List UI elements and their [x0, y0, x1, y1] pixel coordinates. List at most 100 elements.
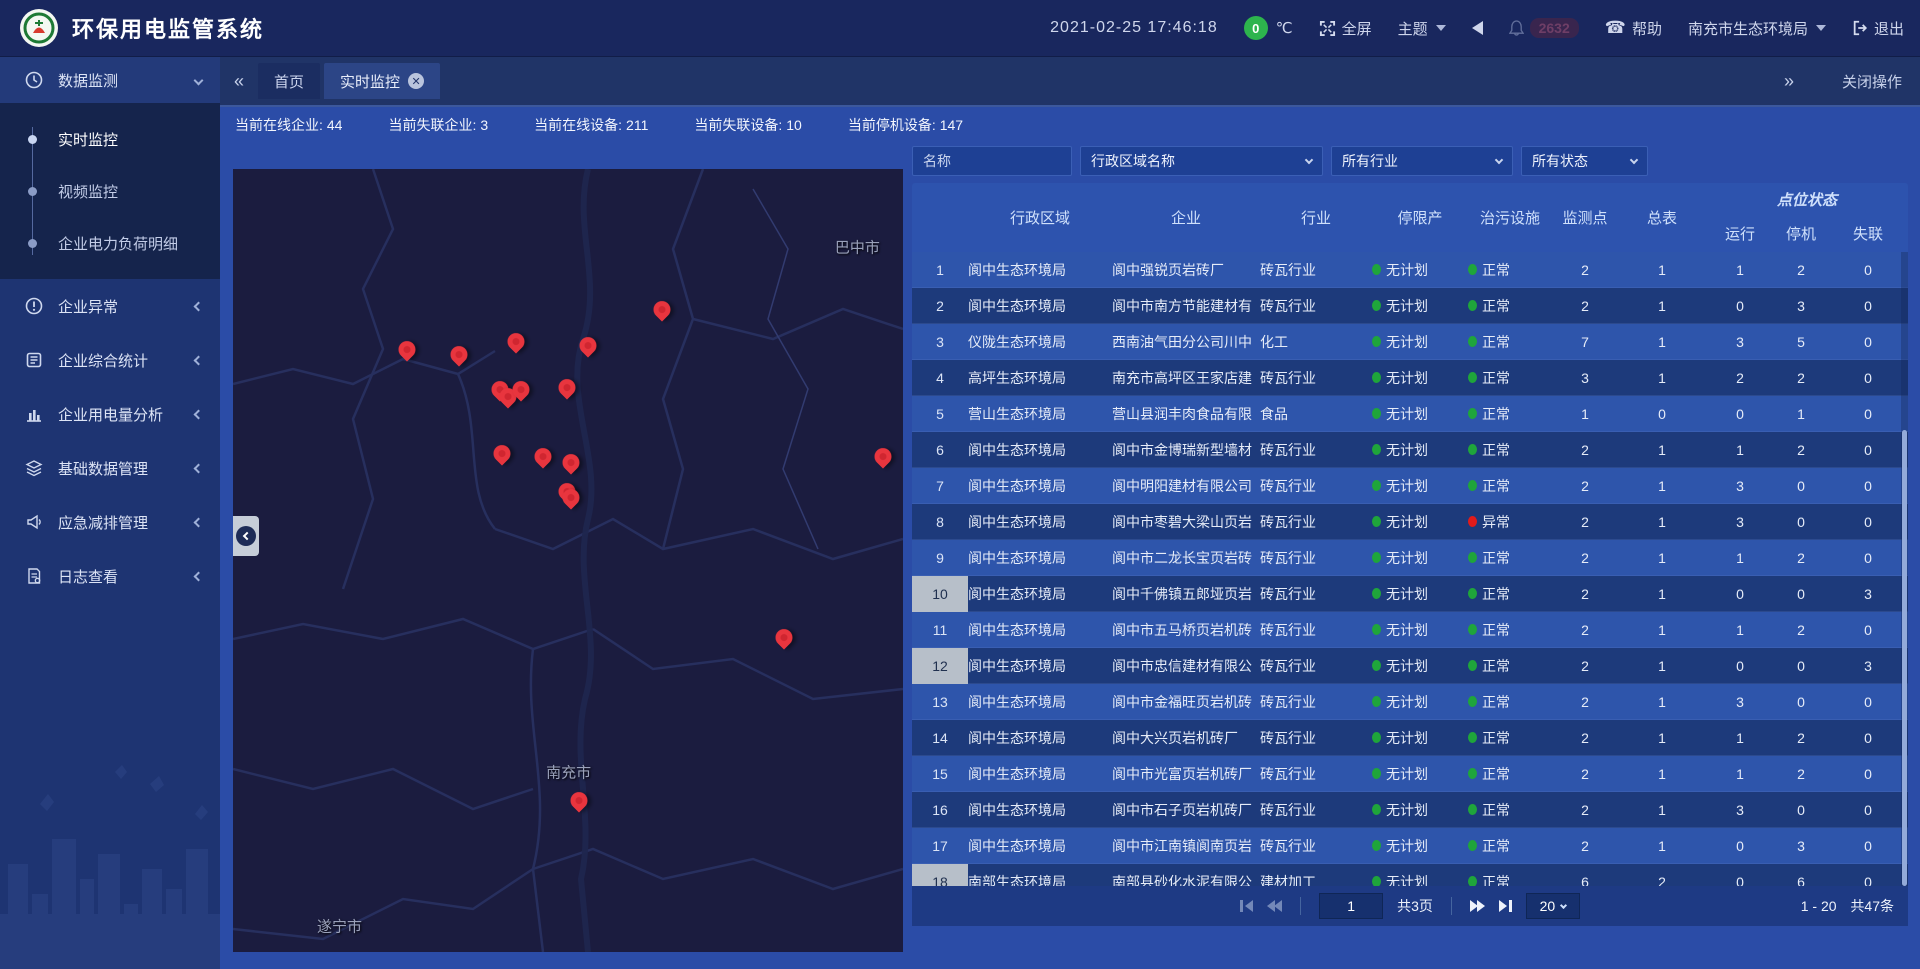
- table-row[interactable]: 17 阆中生态环境局 阆中市江南镇阆南页岩 砖瓦行业 无计划: [912, 828, 1908, 864]
- cell-offline: 0: [1828, 442, 1908, 458]
- table-row[interactable]: 6 阆中生态环境局 阆中市金博瑞新型墙材 砖瓦行业 无计划: [912, 432, 1908, 468]
- map-pin-icon[interactable]: [772, 626, 796, 650]
- map-pin-icon[interactable]: [650, 297, 674, 321]
- sidebar-item-realtime-monitor[interactable]: 实时监控: [0, 113, 220, 165]
- map-pin-icon[interactable]: [567, 789, 591, 813]
- scrollbar-thumb[interactable]: [1902, 430, 1907, 886]
- table-row[interactable]: 3 仪陇生态环境局 西南油气田分公司川中 化工 无计划: [912, 324, 1908, 360]
- cell-meter: 1: [1618, 694, 1706, 710]
- cell-run: 2: [1706, 370, 1774, 386]
- notifications-button[interactable]: 2632: [1509, 18, 1579, 38]
- top-header: 环保用电监管系统 2021-02-25 17:46:18 0 ℃ 全屏 主题 2…: [0, 0, 1920, 57]
- cell-offline: 0: [1828, 802, 1908, 818]
- sidebar-item-video-monitor[interactable]: 视频监控: [0, 165, 220, 217]
- map-pin-icon[interactable]: [509, 377, 533, 401]
- cell-industry: 砖瓦行业: [1260, 260, 1372, 280]
- map-pin-icon[interactable]: [531, 444, 555, 468]
- page-number-input[interactable]: [1319, 893, 1383, 919]
- close-tab-icon[interactable]: ✕: [408, 73, 424, 89]
- help-button[interactable]: ☎ 帮助: [1605, 18, 1662, 39]
- table-row[interactable]: 4 高坪生态环境局 南充市高坪区王家店建 砖瓦行业 无计划: [912, 360, 1908, 396]
- table-row[interactable]: 8 阆中生态环境局 阆中市枣碧大梁山页岩 砖瓦行业 无计划: [912, 504, 1908, 540]
- sidebar-item-company-abnormal[interactable]: 企业异常: [0, 279, 220, 333]
- last-page-button[interactable]: [1499, 900, 1512, 912]
- temperature: 0 ℃: [1244, 16, 1293, 40]
- status-filter-select[interactable]: 所有状态: [1521, 146, 1648, 176]
- table-scrollbar[interactable]: [1901, 252, 1908, 886]
- cell-industry: 砖瓦行业: [1260, 800, 1372, 820]
- tab-realtime-monitor[interactable]: 实时监控 ✕: [324, 63, 440, 99]
- name-filter-input[interactable]: [912, 146, 1072, 176]
- table-row[interactable]: 10 阆中生态环境局 阆中千佛镇五郎垭页岩 砖瓦行业 无计划: [912, 576, 1908, 612]
- map-pin-icon[interactable]: [576, 334, 600, 358]
- sidebar-item-emergency-reduction[interactable]: 应急减排管理: [0, 495, 220, 549]
- industry-filter-select[interactable]: 所有行业: [1331, 146, 1513, 176]
- cell-industry: 砖瓦行业: [1260, 620, 1372, 640]
- close-operations-button[interactable]: 关闭操作: [1842, 71, 1902, 92]
- map-panel[interactable]: 巴中市 南充市 遂宁市: [233, 169, 903, 952]
- fullscreen-button[interactable]: 全屏: [1319, 18, 1372, 39]
- row-index: 16: [912, 792, 968, 828]
- cell-stop: 2: [1774, 370, 1828, 386]
- next-page-button[interactable]: [1470, 900, 1485, 912]
- status-dot-icon: [1372, 336, 1381, 347]
- cell-meter: 1: [1618, 838, 1706, 854]
- tabs-scroll-right-button[interactable]: »: [1784, 71, 1794, 92]
- map-pin-icon[interactable]: [447, 343, 471, 367]
- map-pin-icon[interactable]: [504, 329, 528, 353]
- tab-home[interactable]: 首页: [258, 63, 320, 99]
- map-pin-icon[interactable]: [559, 451, 583, 475]
- table-row[interactable]: 16 阆中生态环境局 阆中市石子页岩机砖厂 砖瓦行业 无计划: [912, 792, 1908, 828]
- theme-menu[interactable]: 主题: [1398, 18, 1446, 39]
- sidebar-item-company-stats[interactable]: 企业综合统计: [0, 333, 220, 387]
- sidebar-submenu: 实时监控 视频监控 企业电力负荷明细: [0, 103, 220, 279]
- tabs-scroll-left-button[interactable]: «: [234, 71, 244, 92]
- table-row[interactable]: 13 阆中生态环境局 阆中市金福旺页岩机砖 砖瓦行业 无计划: [912, 684, 1908, 720]
- cell-limit: 无计划: [1372, 260, 1468, 280]
- status-dot-icon: [1468, 408, 1477, 419]
- table-row[interactable]: 11 阆中生态环境局 阆中市五马桥页岩机砖 砖瓦行业 无计划: [912, 612, 1908, 648]
- table-row[interactable]: 5 营山生态环境局 营山县润丰肉食品有限 食品 无计划: [912, 396, 1908, 432]
- sidebar-item-logs[interactable]: 日志查看: [0, 549, 220, 603]
- cell-offline: 0: [1828, 298, 1908, 314]
- cell-stop: 0: [1774, 478, 1828, 494]
- map-pin-icon[interactable]: [395, 338, 419, 362]
- prev-page-button[interactable]: [1267, 900, 1282, 912]
- row-index: 15: [912, 756, 968, 792]
- table-row[interactable]: 18 南部生态环境局 南部县砂化水泥有限公 建材加工 无计划: [912, 864, 1908, 886]
- map-pin-icon[interactable]: [559, 486, 583, 510]
- sidebar-item-data-monitor[interactable]: 数据监测: [0, 57, 220, 103]
- page-size-select[interactable]: 20: [1526, 893, 1580, 919]
- sidebar-item-base-data[interactable]: 基础数据管理: [0, 441, 220, 495]
- mute-speaker-button[interactable]: [1472, 21, 1483, 35]
- org-user-menu[interactable]: 南充市生态环境局: [1688, 18, 1826, 39]
- sidebar-item-power-analysis[interactable]: 企业用电量分析: [0, 387, 220, 441]
- first-page-button[interactable]: [1240, 900, 1253, 912]
- chevron-left-icon: [194, 301, 204, 311]
- cell-meter: 1: [1618, 262, 1706, 278]
- bar-chart-icon: [24, 405, 44, 423]
- cell-company: 阆中市光富页岩机砖厂: [1112, 764, 1260, 784]
- table-row[interactable]: 12 阆中生态环境局 阆中市忠信建材有限公 砖瓦行业 无计划: [912, 648, 1908, 684]
- table-row[interactable]: 14 阆中生态环境局 阆中大兴页岩机砖厂 砖瓦行业 无计划: [912, 720, 1908, 756]
- cell-facility: 正常: [1468, 368, 1552, 388]
- table-row[interactable]: 2 阆中生态环境局 阆中市南方节能建材有 砖瓦行业 无计划: [912, 288, 1908, 324]
- map-pin-icon[interactable]: [871, 444, 895, 468]
- map-pin-icon[interactable]: [555, 375, 579, 399]
- bell-icon: [1509, 20, 1524, 36]
- region-filter-select[interactable]: 行政区域名称: [1080, 146, 1323, 176]
- table-row[interactable]: 7 阆中生态环境局 阆中明阳建材有限公司 砖瓦行业 无计划: [912, 468, 1908, 504]
- sidebar-item-power-load-detail[interactable]: 企业电力负荷明细: [0, 217, 220, 269]
- cell-region: 高坪生态环境局: [968, 368, 1112, 388]
- logout-button[interactable]: 退出: [1852, 18, 1904, 39]
- cell-meter: 0: [1618, 406, 1706, 422]
- status-dot-icon: [1372, 408, 1381, 419]
- row-index: 4: [912, 360, 968, 396]
- table-row[interactable]: 1 阆中生态环境局 阆中强锐页岩砖厂 砖瓦行业 无计划: [912, 252, 1908, 288]
- table-row[interactable]: 9 阆中生态环境局 阆中市二龙长宝页岩砖 砖瓦行业 无计划: [912, 540, 1908, 576]
- table-row[interactable]: 15 阆中生态环境局 阆中市光富页岩机砖厂 砖瓦行业 无计划: [912, 756, 1908, 792]
- cell-limit: 无计划: [1372, 404, 1468, 424]
- collapse-map-button[interactable]: [233, 516, 259, 556]
- map-pin-icon[interactable]: [490, 442, 514, 466]
- cell-run: 1: [1706, 550, 1774, 566]
